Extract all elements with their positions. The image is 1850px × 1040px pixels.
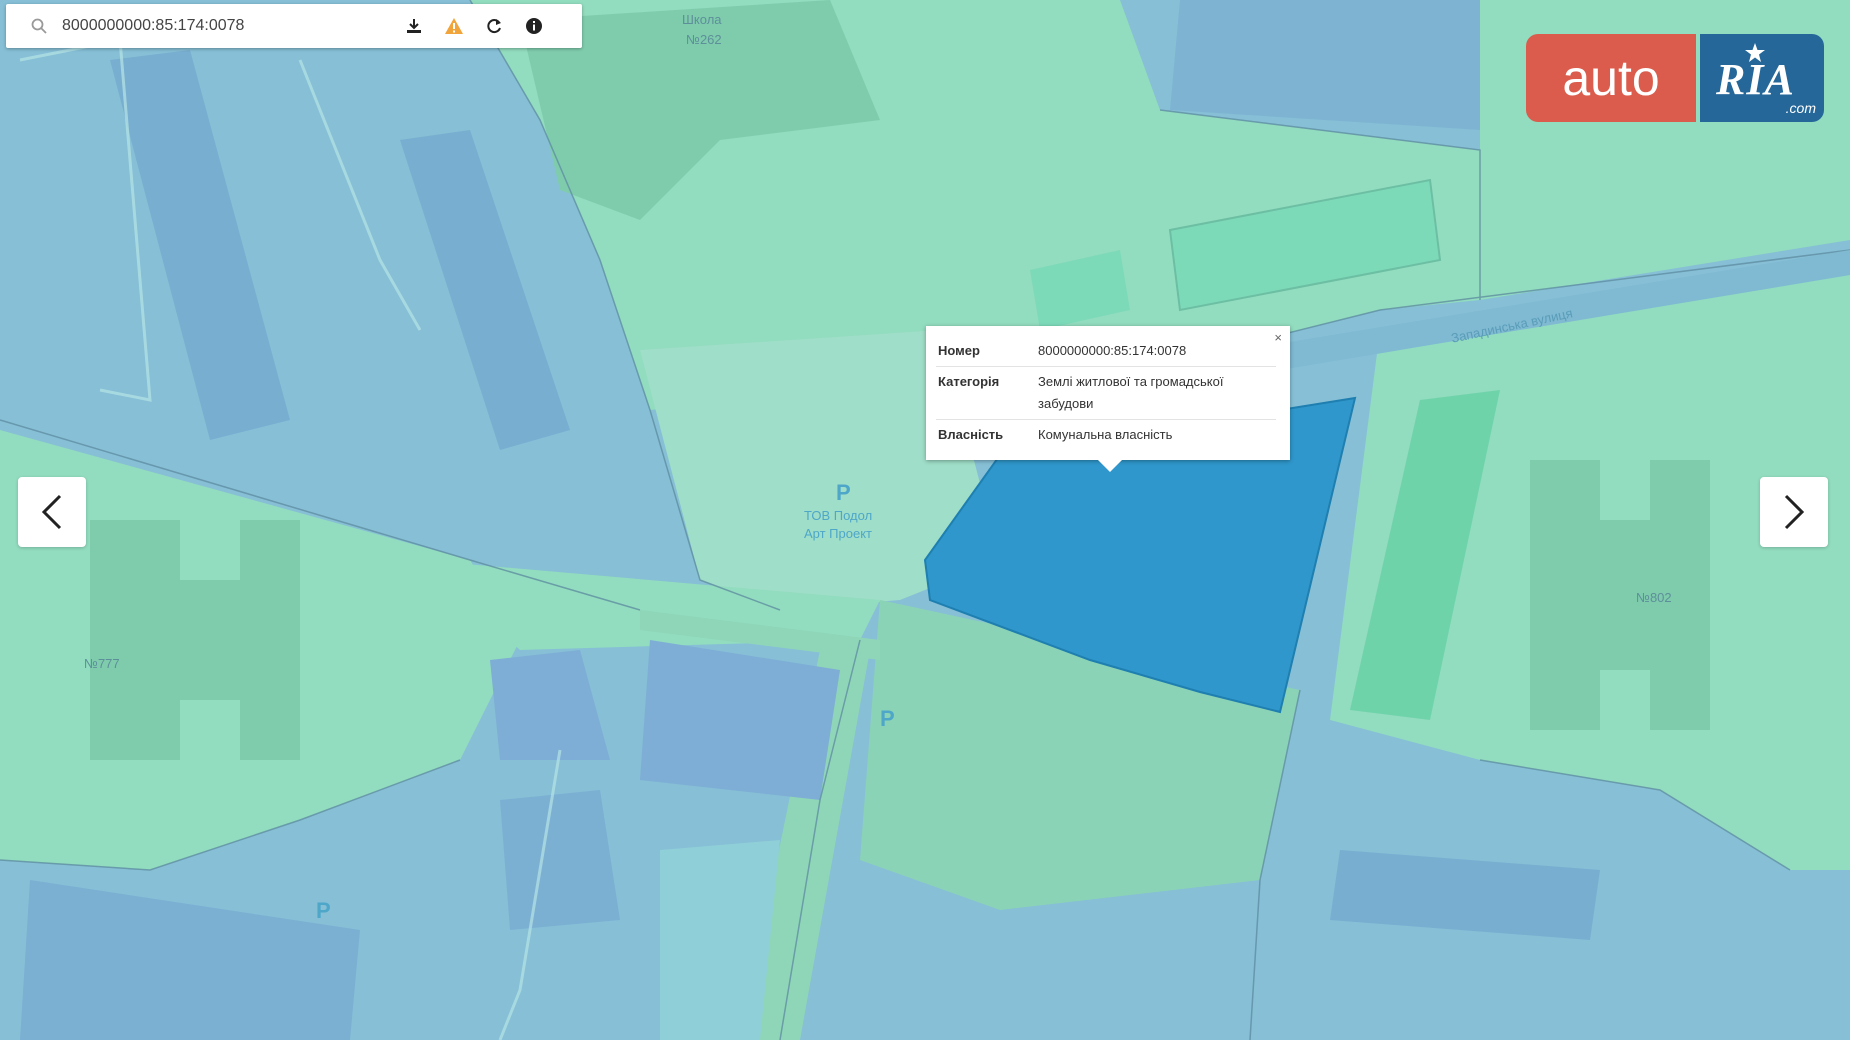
house-number-label: №777 [84, 656, 120, 671]
table-row: Власність Комунальна власність [936, 419, 1276, 450]
parking-label: P [880, 706, 895, 731]
company-label-line2: Арт Проект [804, 526, 873, 541]
table-row: Номер 8000000000:85:174:0078 [936, 336, 1276, 367]
parcel-info-table: Номер 8000000000:85:174:0078 Категорія З… [936, 336, 1276, 450]
autoria-logo: auto RIA .com [1526, 34, 1824, 122]
logo-auto-text: auto [1526, 34, 1696, 122]
company-label-line1: ТОВ Подол [804, 508, 873, 523]
refresh-icon[interactable] [474, 6, 514, 46]
parking-label: P [836, 480, 851, 505]
building [1170, 0, 1480, 130]
previous-image-button[interactable] [18, 477, 86, 547]
info-key: Власність [936, 419, 1036, 450]
school-label: Школа [682, 12, 722, 27]
logo-ria-block: RIA .com [1700, 34, 1824, 122]
info-value: Комунальна власність [1036, 419, 1276, 450]
table-row: Категорія Землі житлової та громадської … [936, 366, 1276, 420]
next-image-button[interactable] [1760, 477, 1828, 547]
download-icon[interactable] [394, 6, 434, 46]
chevron-right-icon [1784, 494, 1805, 530]
parking-label: P [316, 898, 331, 923]
school-number-label: №262 [686, 32, 722, 47]
info-key: Категорія [936, 366, 1036, 420]
logo-ria-text: RIA [1716, 55, 1795, 104]
info-key: Номер [938, 343, 980, 358]
logo-com-text: .com [1785, 100, 1816, 116]
building [660, 840, 780, 1040]
chevron-left-icon [41, 494, 62, 530]
map-viewer[interactable]: Школа №262 Западинська вулиця P ТОВ Подо… [0, 0, 1850, 1040]
search-bar [6, 4, 582, 48]
cadastral-number-input[interactable] [60, 16, 394, 36]
search-icon[interactable] [26, 13, 52, 39]
cadastral-map[interactable] [0, 0, 1850, 1040]
warning-icon[interactable] [434, 6, 474, 46]
parcel-info-popup: × Номер 8000000000:85:174:0078 Категорія… [926, 326, 1290, 472]
building [500, 790, 620, 930]
info-icon[interactable] [514, 6, 554, 46]
info-value: Землі житлової та громадської забудови [1036, 366, 1276, 420]
house-number-label: №802 [1636, 590, 1672, 605]
info-value: 8000000000:85:174:0078 [1038, 343, 1187, 358]
